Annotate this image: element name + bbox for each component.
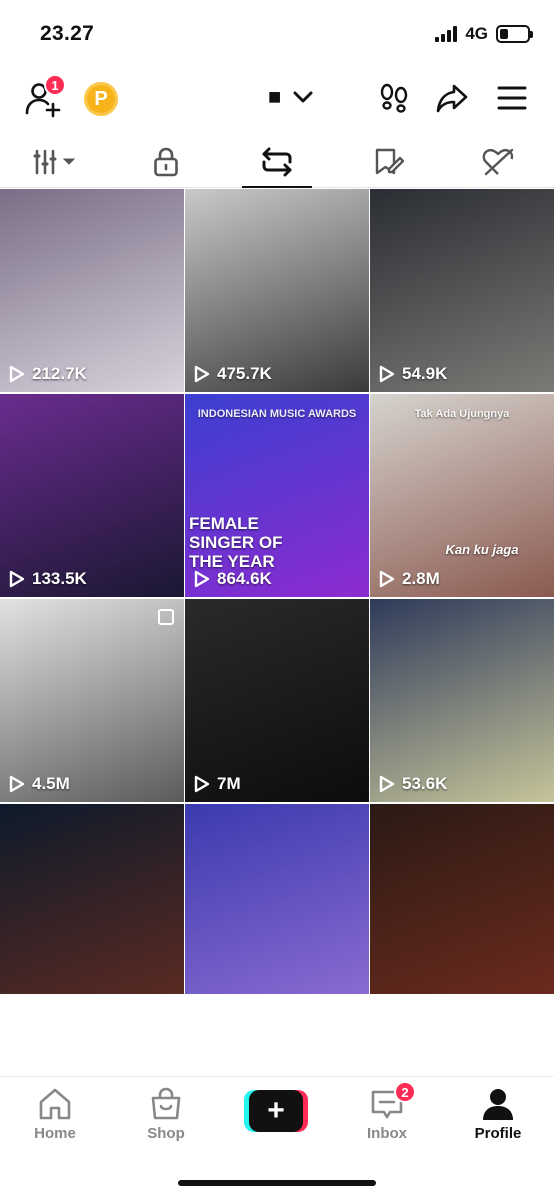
video-thumbnail[interactable]: 53.6K	[370, 599, 554, 802]
add-friend-button[interactable]: 1	[24, 74, 66, 118]
play-icon	[194, 365, 210, 383]
play-icon	[9, 775, 25, 793]
video-thumbnail[interactable]: 7M	[185, 599, 369, 802]
play-icon	[9, 570, 25, 588]
video-thumbnail[interactable]	[185, 804, 369, 994]
view-count: 2.8M	[378, 569, 440, 589]
plus-icon: +	[249, 1090, 303, 1132]
notification-badge: 1	[44, 74, 66, 96]
view-count-label: 53.6K	[402, 774, 448, 793]
create-button[interactable]: +	[244, 1090, 308, 1132]
play-icon	[379, 775, 395, 793]
status-time: 23.27	[40, 22, 95, 45]
coin-label: P	[94, 87, 108, 110]
video-thumbnail[interactable]: 212.7K	[0, 189, 184, 392]
view-count-label: 7M	[217, 774, 241, 793]
view-count: 54.9K	[378, 364, 447, 384]
battery-icon	[496, 25, 533, 43]
status-indicators: 4G	[435, 24, 533, 44]
home-indicator	[178, 1180, 376, 1186]
share-icon[interactable]	[436, 82, 468, 114]
nav-home[interactable]: Home	[10, 1087, 100, 1142]
view-count-label: 54.9K	[402, 364, 448, 383]
nav-shop[interactable]: Shop	[121, 1087, 211, 1142]
video-caption-top: Tak Ada Ujungnya	[414, 408, 510, 420]
lock-icon	[154, 147, 178, 176]
nav-inbox-label: Inbox	[367, 1125, 407, 1142]
nav-profile-label: Profile	[474, 1125, 522, 1142]
view-count-label: 212.7K	[32, 364, 87, 383]
inbox-badge: 2	[394, 1081, 416, 1103]
video-thumbnail[interactable]: 133.5K	[0, 394, 184, 597]
video-thumbnail[interactable]: 475.7K	[185, 189, 369, 392]
video-thumbnail[interactable]: 54.9K	[370, 189, 554, 392]
multi-photo-icon	[158, 609, 174, 625]
chevron-down-icon	[293, 91, 313, 103]
view-count: 133.5K	[8, 569, 87, 589]
view-count: 4.5M	[8, 774, 70, 794]
view-count: 475.7K	[193, 364, 272, 384]
coin-icon[interactable]: P	[84, 82, 118, 116]
view-count-label: 133.5K	[32, 569, 87, 588]
nav-inbox[interactable]: 2 Inbox	[342, 1081, 432, 1142]
video-thumbnail[interactable]	[0, 804, 184, 994]
shop-icon	[151, 1087, 181, 1120]
tab-private[interactable]	[111, 136, 222, 187]
play-icon	[379, 365, 395, 383]
profile-tabs	[0, 136, 554, 188]
tab-reposts[interactable]	[222, 136, 333, 187]
play-icon	[194, 775, 210, 793]
view-count-label: 475.7K	[217, 364, 272, 383]
account-name: ■	[268, 84, 282, 109]
video-grid: 212.7K 475.7K 54.9K 133.5K INDONESIAN MUSIC …	[0, 189, 554, 994]
video-thumbnail[interactable]	[370, 804, 554, 994]
nav-profile[interactable]: Profile	[453, 1087, 543, 1142]
profile-icon	[483, 1089, 513, 1120]
video-caption: Kan ku jaga	[445, 542, 519, 557]
video-thumbnail[interactable]: Tak Ada Ujungnya Kan ku jaga 2.8M	[370, 394, 554, 597]
view-count: 7M	[193, 774, 241, 794]
video-thumbnail[interactable]: INDONESIAN MUSIC AWARDS FEMALE SINGER OF …	[185, 394, 369, 597]
network-type: 4G	[465, 24, 488, 43]
view-count-label: 2.8M	[402, 569, 440, 588]
nav-shop-label: Shop	[147, 1125, 185, 1142]
status-bar: 23.27 4G	[0, 0, 554, 64]
view-count: 53.6K	[378, 774, 447, 794]
view-count-label: 4.5M	[32, 774, 70, 793]
view-count: 212.7K	[8, 364, 87, 384]
video-caption: FEMALE SINGER OF THE YEAR	[189, 514, 283, 571]
home-icon	[39, 1088, 71, 1120]
profile-header: 1 P ■	[0, 68, 554, 128]
bookmark-icon	[375, 148, 404, 174]
liked-icon	[482, 148, 513, 175]
play-icon	[194, 570, 210, 588]
tab-videos[interactable]	[0, 136, 111, 187]
grid-sort-icon	[33, 149, 76, 174]
account-switcher[interactable]: ■	[268, 84, 313, 110]
menu-icon[interactable]	[496, 82, 528, 114]
video-thumbnail[interactable]: 4.5M	[0, 599, 184, 802]
tab-liked[interactable]	[443, 136, 554, 187]
signal-icon	[435, 26, 458, 42]
play-icon	[379, 570, 395, 588]
repost-icon	[262, 147, 292, 176]
play-icon	[9, 365, 25, 383]
view-count: 864.6K	[193, 569, 272, 589]
view-count-label: 864.6K	[217, 569, 272, 588]
video-caption-top: INDONESIAN MUSIC AWARDS	[197, 408, 357, 420]
tab-favorites[interactable]	[332, 136, 443, 187]
nav-home-label: Home	[34, 1125, 76, 1142]
footprints-icon[interactable]	[378, 82, 410, 114]
